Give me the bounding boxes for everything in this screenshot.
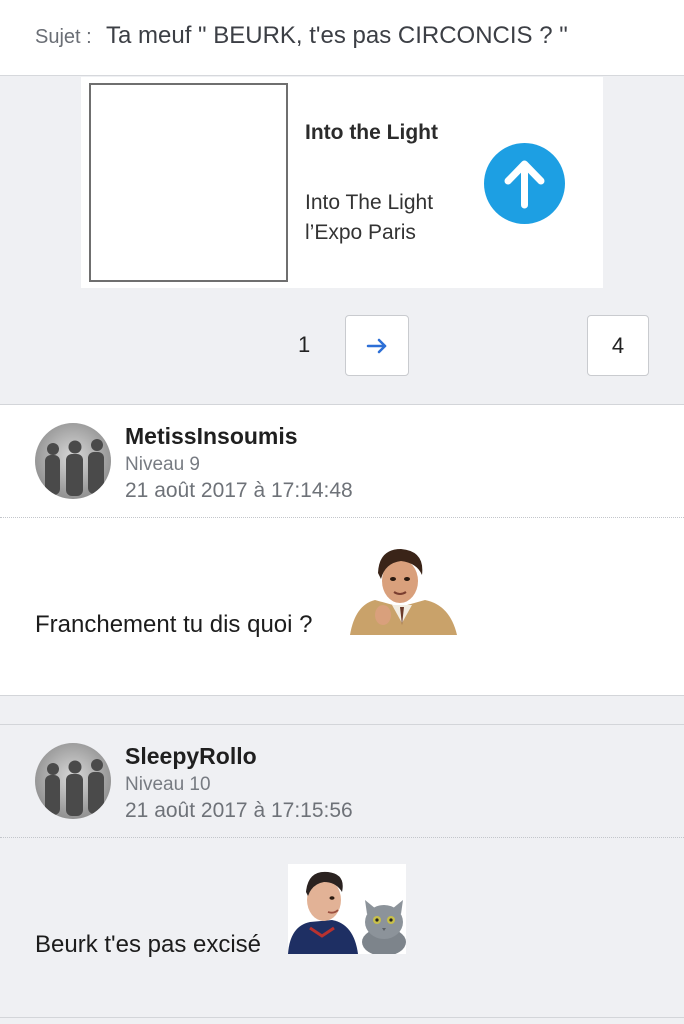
avatar[interactable] — [35, 423, 111, 499]
next-page-button[interactable] — [345, 315, 409, 376]
arrow-up-icon — [504, 160, 545, 209]
ad-open-button[interactable] — [484, 143, 565, 224]
arrow-right-icon — [366, 338, 387, 354]
ad-text-line-2: l’Expo Paris — [305, 221, 416, 244]
post-message: Beurk t'es pas excisé — [35, 931, 262, 958]
post-date[interactable]: 21 août 2017 à 17:15:56 — [125, 799, 353, 823]
ad-text-line-1: Into The Light — [305, 191, 434, 214]
man-and-grey-cat-sticker — [288, 864, 406, 956]
topic-title: Ta meuf " BEURK, t'es pas CIRCONCIS ? " — [106, 22, 568, 49]
man-in-tan-jacket-sticker — [345, 545, 460, 635]
subject-label: Sujet : — [35, 26, 92, 48]
forum-post: SleepyRollo Niveau 10 21 août 2017 à 17:… — [0, 724, 684, 1018]
avatar[interactable] — [35, 743, 111, 819]
ad-banner[interactable]: Into the Light Into The Light l’Expo Par… — [81, 77, 603, 288]
post-divider — [0, 517, 684, 518]
last-page-number: 4 — [611, 333, 625, 358]
post-date[interactable]: 21 août 2017 à 17:14:48 — [125, 479, 353, 503]
author-level: Niveau 10 — [125, 774, 211, 795]
post-author[interactable]: MetissInsoumis — [125, 423, 298, 450]
author-level: Niveau 9 — [125, 454, 200, 475]
ad-title[interactable]: Into the Light — [305, 121, 438, 145]
forum-post: MetissInsoumis Niveau 9 21 août 2017 à 1… — [0, 404, 684, 696]
post-divider — [0, 837, 684, 838]
post-message: Franchement tu dis quoi ? — [35, 611, 313, 638]
current-page-number: 1 — [298, 332, 311, 357]
post-author[interactable]: SleepyRollo — [125, 743, 257, 770]
ad-image-placeholder[interactable] — [89, 83, 288, 282]
topic-header: Sujet : Ta meuf " BEURK, t'es pas CIRCON… — [0, 0, 684, 76]
last-page-button[interactable]: 4 — [587, 315, 649, 376]
